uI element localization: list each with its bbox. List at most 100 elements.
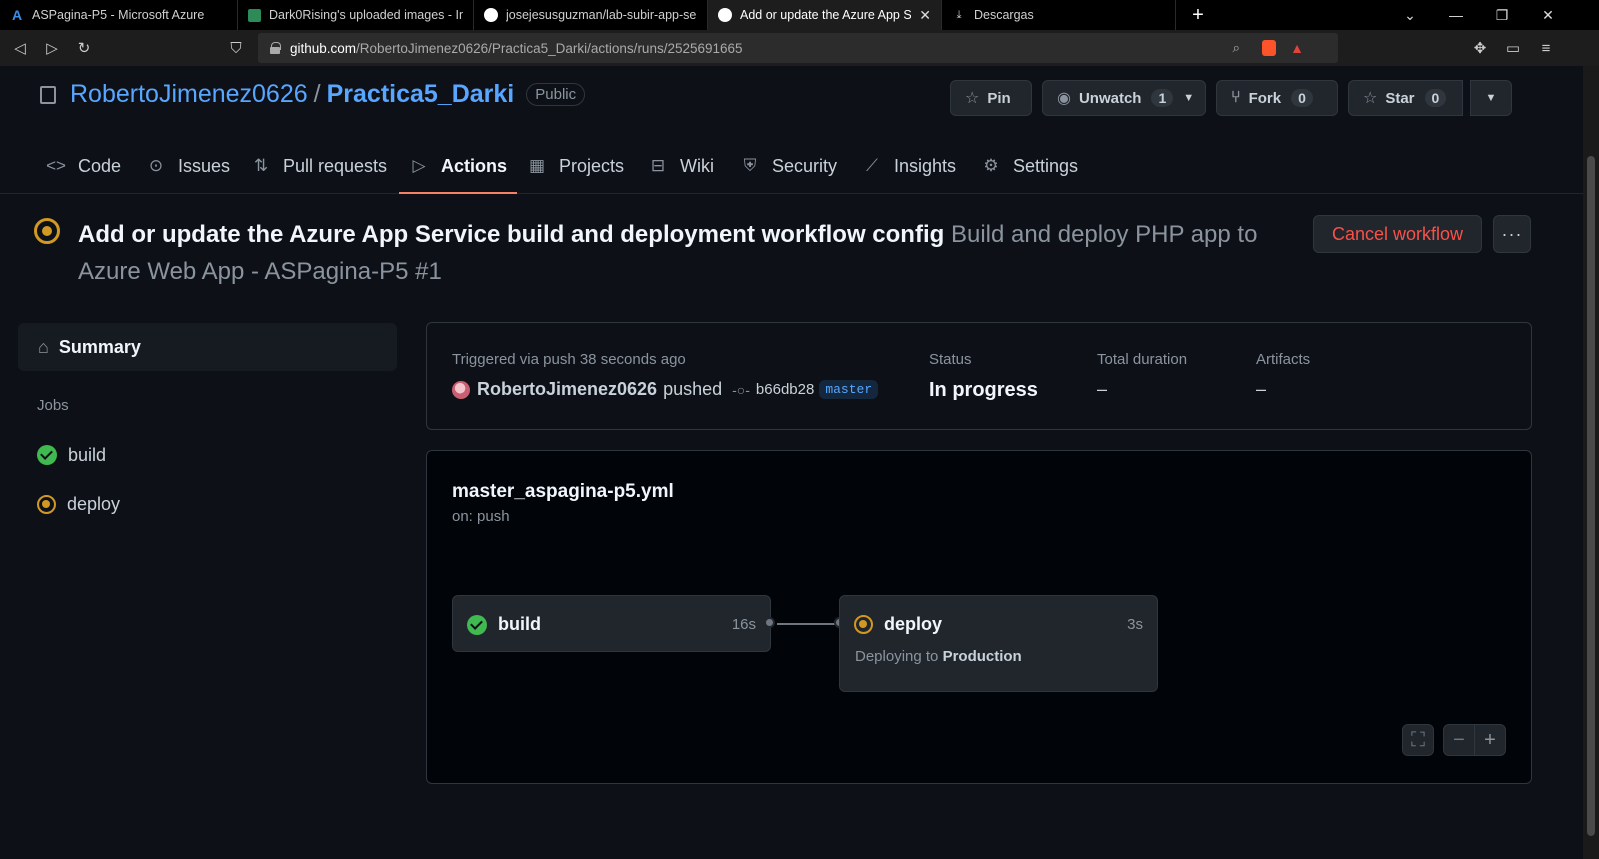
tab-label: Pull requests [283, 155, 388, 176]
pin-icon: ☆ [965, 90, 980, 107]
graph-node-build[interactable]: build 16s [452, 595, 771, 652]
browser-tab-azure[interactable]: A ASPagina-P5 - Microsoft Azure [0, 0, 238, 30]
tab-label: Wiki [680, 155, 714, 176]
tab-projects[interactable]: ▦ Projects [527, 138, 624, 194]
brave-rewards-icon[interactable]: ▲ [1290, 40, 1304, 56]
page-scrollbar[interactable] [1583, 66, 1599, 859]
shield-icon: ⛨ [743, 156, 757, 175]
browser-toolbar: ◁ ▷ ↻ ⛉ github.com/RobertoJimenez0626/Pr… [0, 30, 1599, 66]
pin-button[interactable]: ☆ Pin [950, 80, 1032, 116]
avatar[interactable] [452, 380, 470, 399]
sidebar-job-build[interactable]: build [37, 443, 106, 467]
duration-label: Total duration [1097, 351, 1188, 368]
brave-shield-icon[interactable] [1262, 40, 1276, 56]
node-name: deploy [884, 614, 943, 634]
zoom-icon[interactable]: ⌕ [1232, 40, 1240, 56]
extensions-icon[interactable]: ✥ [1464, 32, 1496, 64]
browser-tab-bar: A ASPagina-P5 - Microsoft Azure Dark0Ris… [0, 0, 1599, 30]
tab-label: Insights [894, 155, 957, 176]
home-icon: ⌂ [38, 336, 49, 357]
workflow-trigger: on: push [452, 508, 510, 525]
close-window-button[interactable]: ✕ [1525, 0, 1571, 30]
star-label: Star [1385, 89, 1415, 107]
push-action: pushed [663, 379, 723, 399]
more-options-button[interactable]: ··· [1493, 215, 1531, 253]
browser-tab-imgur[interactable]: Dark0Rising's uploaded images - Imgu [238, 0, 474, 30]
wallet-icon[interactable]: ▭ [1497, 32, 1529, 64]
unwatch-button[interactable]: ◉ Unwatch 1 ▼ [1042, 80, 1206, 116]
new-tab-button[interactable]: + [1176, 0, 1220, 30]
minimize-button[interactable]: — [1433, 0, 1479, 30]
artifacts-value: – [1256, 379, 1267, 399]
deploy-environment: Deploying to Production [855, 648, 1022, 665]
fork-label: Fork [1248, 89, 1282, 107]
back-icon[interactable]: ◁ [4, 32, 36, 64]
scrollbar-thumb[interactable] [1587, 156, 1595, 836]
download-icon: ⤓ [956, 8, 962, 21]
summary-label: Summary [58, 336, 141, 357]
tab-pull-requests[interactable]: ⇅ Pull requests [251, 138, 387, 194]
caret-down-icon: ▼ [1183, 92, 1195, 104]
graph-node-deploy[interactable]: deploy 3s Deploying to Production [839, 595, 1158, 692]
branch-badge[interactable]: master [819, 380, 879, 399]
tab-insights[interactable]: ⟋ Insights [862, 138, 956, 194]
tab-label: Security [772, 155, 838, 176]
browser-tab-github-lab[interactable]: josejesusguzman/lab-subir-app-servic [474, 0, 708, 30]
repo-owner-link[interactable]: RobertoJimenez0626 [70, 80, 308, 109]
star-list-dropdown[interactable]: ▼ [1470, 80, 1512, 116]
tab-issues[interactable]: ⊙ Issues [146, 138, 230, 194]
address-bar[interactable]: github.com/RobertoJimenez0626/Practica5_… [258, 33, 1338, 63]
commit-sha-link[interactable]: b66db28 [756, 381, 814, 398]
issue-icon: ⊙ [148, 156, 164, 175]
push-info: RobertoJimenez0626 pushed -○- b66db28 ma… [452, 379, 879, 400]
star-button[interactable]: ☆ Star 0 [1348, 80, 1463, 116]
browser-tab-active[interactable]: Add or update the Azure App Ser ✕ [708, 0, 942, 30]
reload-icon[interactable]: ↻ [68, 32, 100, 64]
in-progress-icon [34, 218, 60, 244]
actor-link[interactable]: RobertoJimenez0626 [477, 379, 657, 400]
job-connector-line [777, 623, 837, 625]
repo-name-link[interactable]: Practica5_Darki [327, 80, 515, 109]
tab-title: josejesusguzman/lab-subir-app-servic [506, 8, 697, 22]
forward-icon[interactable]: ▷ [36, 32, 68, 64]
commit-icon: -○- [732, 381, 750, 398]
deploy-prefix: Deploying to [855, 648, 939, 665]
visibility-badge: Public [526, 83, 586, 106]
tab-title: ASPagina-P5 - Microsoft Azure [32, 8, 205, 22]
environment-link[interactable]: Production [943, 648, 1022, 665]
run-summary-card: Triggered via push 38 seconds ago Robert… [426, 322, 1532, 430]
tab-code[interactable]: <> Code [46, 138, 121, 194]
browser-tab-downloads[interactable]: ⤓ Descargas [942, 0, 1176, 30]
restore-button[interactable]: ❐ [1479, 0, 1525, 30]
table-icon: ▦ [528, 156, 546, 175]
cancel-workflow-button[interactable]: Cancel workflow [1313, 215, 1482, 253]
zoom-in-button[interactable]: + [1474, 724, 1506, 756]
in-progress-icon [37, 494, 56, 514]
zoom-out-button[interactable]: − [1443, 724, 1475, 756]
star-icon: ☆ [1363, 90, 1378, 107]
tab-list-chevron-icon[interactable]: ⌄ [1387, 0, 1433, 30]
check-circle-icon [467, 614, 487, 635]
connector-dot [764, 617, 775, 628]
tab-security[interactable]: ⛨ Security [740, 138, 837, 194]
job-name: deploy [67, 493, 121, 514]
bookmark-icon[interactable]: ⛉ [220, 32, 252, 64]
close-tab-icon[interactable]: ✕ [919, 7, 931, 24]
tab-label: Issues [178, 155, 231, 176]
sidebar-summary[interactable]: ⌂ Summary [18, 323, 397, 371]
duration-value: – [1097, 379, 1108, 399]
pin-label: Pin [987, 89, 1011, 107]
sidebar-job-deploy[interactable]: deploy [37, 492, 120, 516]
trigger-text: Triggered via push 38 seconds ago [452, 351, 686, 368]
github-icon [718, 8, 732, 22]
repo-icon [40, 85, 56, 104]
node-duration: 16s [731, 616, 756, 633]
tab-wiki[interactable]: ⊟ Wiki [648, 138, 714, 194]
commit-title: Add or update the Azure App Service buil… [78, 221, 945, 248]
fork-button[interactable]: ⑂ Fork 0 [1216, 80, 1338, 116]
tab-settings[interactable]: ⚙ Settings [981, 138, 1078, 194]
tab-actions[interactable]: ▷ Actions [398, 138, 518, 194]
menu-icon[interactable]: ≡ [1530, 32, 1562, 64]
fullscreen-icon[interactable]: ⛶ [1402, 724, 1434, 756]
workflow-file-name[interactable]: master_aspagina-p5.yml [452, 481, 674, 503]
